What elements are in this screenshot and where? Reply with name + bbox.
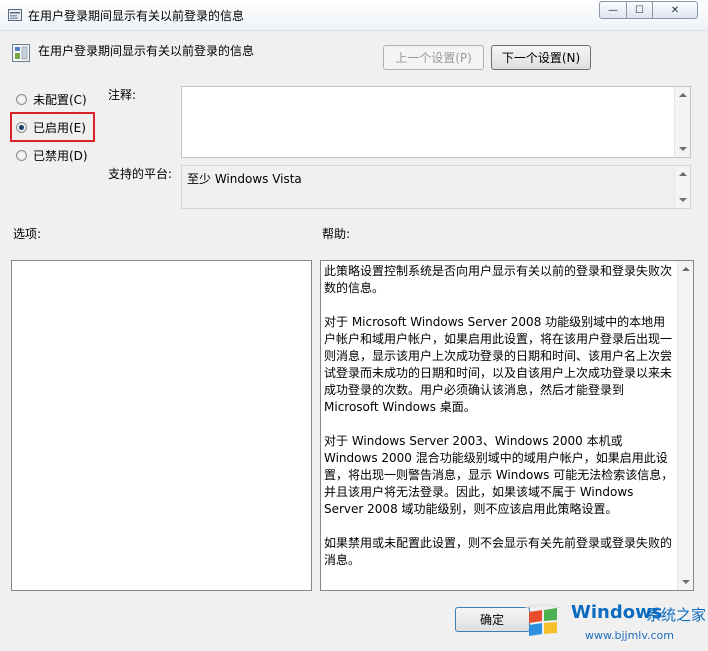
previous-setting-button[interactable]: 上一个设置(P) [383,45,484,70]
maximize-button[interactable]: ☐ [626,1,653,19]
help-paragraph: 对于 Microsoft Windows Server 2008 功能级别域中的… [324,315,673,414]
radio-disabled-indicator[interactable] [16,150,27,161]
watermark-url: www.bjjmlv.com [585,629,674,642]
highlight-annotation-box [10,112,95,142]
minimize-button[interactable]: — [599,1,627,19]
radio-not-configured-label: 未配置(C) [33,93,87,107]
help-text: 此策略设置控制系统是否向用户显示有关以前的登录和登录失败次数的信息。 对于 Mi… [324,263,676,586]
window-title: 在用户登录期间显示有关以前登录的信息 [28,9,245,23]
help-paragraph: 此策略设置控制系统是否向用户显示有关以前的登录和登录失败次数的信息。 [324,264,673,295]
close-button[interactable]: ✕ [652,1,698,19]
comment-label: 注释: [108,88,137,102]
supported-platform-value: 至少 Windows Vista [187,172,302,186]
help-paragraph: 如果禁用或未配置此设置，则不会显示有关先前登录或登录失败的消息。 [324,536,673,567]
scroll-up-icon[interactable] [679,172,687,176]
radio-disabled-label: 已禁用(D) [33,149,88,163]
scroll-up-icon[interactable] [682,267,690,271]
scroll-up-icon[interactable] [679,93,687,97]
windows-logo-icon [524,603,562,636]
title-bar: 在用户登录期间显示有关以前登录的信息 — ☐ ✕ [0,0,708,31]
options-panel [11,260,312,591]
scroll-down-icon[interactable] [679,198,687,202]
radio-not-configured[interactable]: 未配置(C) [16,91,87,108]
policy-setting-icon [12,44,30,62]
help-label: 帮助: [322,227,351,241]
policy-window-icon [8,9,22,21]
platform-scrollbar[interactable] [674,166,690,208]
comment-textarea[interactable] [181,86,691,158]
next-setting-button[interactable]: 下一个设置(N) [491,45,591,70]
supported-platform-box: 至少 Windows Vista [181,165,691,209]
radio-not-configured-indicator[interactable] [16,94,27,105]
supported-platform-label: 支持的平台: [108,167,173,181]
comment-scrollbar[interactable] [674,87,690,157]
help-paragraph: 对于 Windows Server 2003、Windows 2000 本机或 … [324,434,674,516]
maximize-icon: ☐ [635,4,644,16]
watermark-site-name: 系统之家 [646,606,707,624]
watermark: Windows 系统之家 www.bjjmlv.com [515,594,708,651]
help-scrollbar[interactable] [677,261,693,590]
minimize-icon: — [608,4,618,16]
close-icon: ✕ [670,4,680,16]
policy-name: 在用户登录期间显示有关以前登录的信息 [38,44,255,58]
help-panel: 此策略设置控制系统是否向用户显示有关以前的登录和登录失败次数的信息。 对于 Mi… [320,260,694,591]
scroll-down-icon[interactable] [682,580,690,584]
options-label: 选项: [13,227,42,241]
radio-disabled[interactable]: 已禁用(D) [16,147,88,164]
scroll-down-icon[interactable] [679,147,687,151]
